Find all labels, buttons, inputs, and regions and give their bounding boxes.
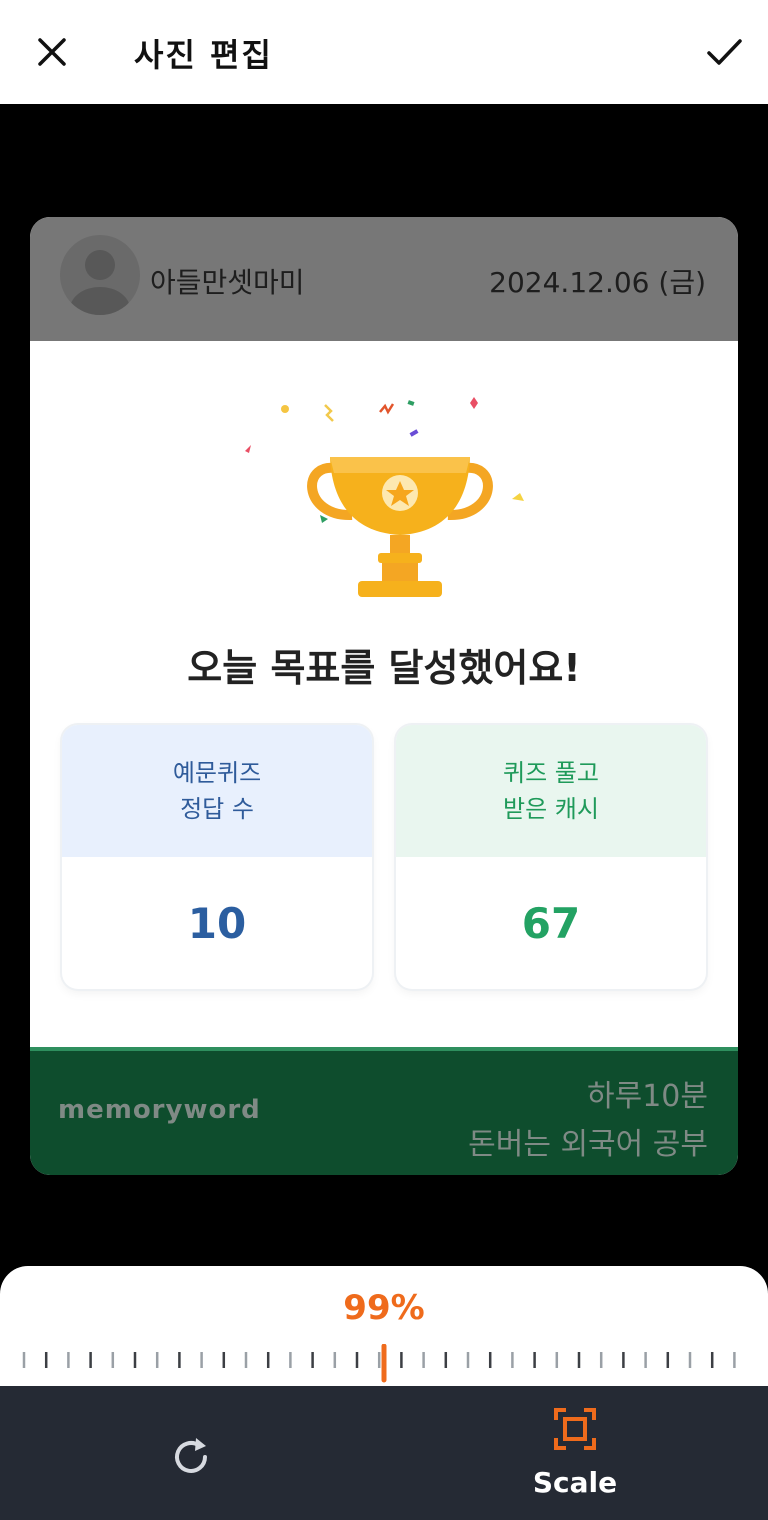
trophy-illustration: [230, 387, 550, 607]
card-header: 아들만셋마미 2024.12.06 (금): [30, 217, 738, 341]
stat-card-quiz-correct: 예문퀴즈 정답 수 10: [62, 725, 372, 989]
close-button[interactable]: [30, 30, 74, 74]
rotate-button[interactable]: [168, 1434, 214, 1480]
trophy-icon: [245, 397, 524, 597]
stat-card-cash-earned: 퀴즈 풀고 받은 캐시 67: [396, 725, 706, 989]
achievement-headline: 오늘 목표를 달성했어요!: [187, 646, 581, 690]
stat-label-line1: 예문퀴즈: [172, 759, 262, 787]
stat-label: 퀴즈 풀고 받은 캐시: [396, 725, 706, 857]
scale-icon: [554, 1408, 596, 1450]
scale-tool-button[interactable]: Scale: [520, 1406, 630, 1506]
stat-label-line1: 퀴즈 풀고: [503, 759, 599, 787]
top-bar: 사진 편집: [0, 0, 768, 104]
slogan-line1: 하루10분: [587, 1079, 708, 1114]
user-icon: [70, 250, 130, 315]
photo-card[interactable]: 아들만셋마미 2024.12.06 (금) 오늘 목표를 달성했어요! 예문퀴즈…: [30, 217, 738, 1175]
stat-label-line2: 정답 수: [180, 795, 254, 823]
confirm-button[interactable]: [700, 28, 748, 76]
stat-label-line2: 받은 캐시: [503, 795, 599, 823]
card-footer: memoryword 하루10분 돈버는 외국어 공부: [30, 1047, 738, 1175]
stat-label: 예문퀴즈 정답 수: [62, 725, 372, 857]
scale-value: 99%: [343, 1288, 425, 1328]
rotate-icon: [175, 1438, 207, 1473]
scale-panel: 99%: [0, 1266, 768, 1388]
post-date: 2024.12.06 (금): [489, 266, 706, 299]
brand-name: memoryword: [58, 1095, 261, 1125]
username: 아들만셋마미: [150, 266, 305, 299]
scale-slider[interactable]: [0, 1344, 768, 1384]
bottom-toolbar: Scale: [0, 1386, 768, 1520]
slogan-line2: 돈버는 외국어 공부: [468, 1127, 708, 1162]
scale-tool-label: Scale: [532, 1466, 618, 1499]
avatar: [60, 235, 140, 315]
stat-value: 67: [521, 898, 581, 948]
close-icon: [38, 38, 66, 66]
stat-value: 10: [187, 898, 247, 948]
check-icon: [707, 39, 742, 65]
page-title: 사진 편집: [134, 36, 273, 74]
